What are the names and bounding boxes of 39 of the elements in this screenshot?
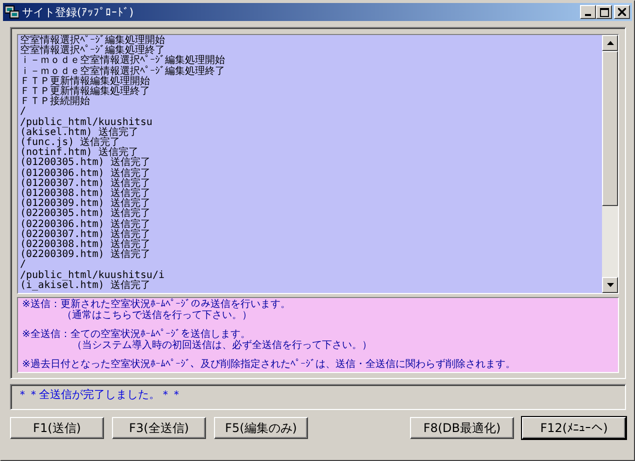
log-line: (func.js) 送信完了 (20, 137, 120, 148)
note-text: ※送信：更新された空室状況ﾎｰﾑﾍﾟｰｼﾞのみ送信を行います。 (22, 299, 290, 310)
function-key-button[interactable]: F8(DB最適化) (410, 417, 514, 439)
log-line: ＦＴＰ接続開始 (20, 96, 90, 108)
log-line: (02200307.htm) 送信完了 (20, 228, 150, 240)
function-key-button[interactable]: F5(編集のみ) (214, 417, 308, 439)
close-button[interactable] (614, 5, 630, 19)
log-line: ｉ－ｍｏｄｅ空室情報選択ﾍﾟｰｼﾞ編集処理開始 (20, 55, 225, 66)
log-line: (02200309.htm) 送信完了 (20, 249, 150, 260)
log-line: (02200305.htm) 送信完了 (20, 208, 150, 220)
note-text: ※全送信：全ての空室状況ﾎｰﾑﾍﾟｰｼﾞを送信します。 (22, 329, 250, 340)
log-line: /public_html/kuushitsu (20, 116, 152, 128)
log-line: / (20, 106, 26, 118)
log-line: (01200306.htm) 送信完了 (20, 168, 150, 179)
close-icon (618, 8, 626, 16)
scrollbar[interactable] (602, 35, 618, 293)
status-message: ＊＊全送信が完了しました。＊＊ (17, 388, 182, 401)
log-line: (i_akisel.htm) 送信完了 (20, 280, 150, 291)
note-text: ※過去日付となった空室状況ﾎｰﾑﾍﾟｰｼﾞ、及び削除指定されたﾍﾟｰｼﾞは、送信・全送信に関わらず削除されます。 (22, 359, 516, 370)
down-arrow-icon (606, 283, 614, 287)
function-key-button[interactable]: F12(ﾒﾆｭｰへ) (522, 417, 626, 439)
function-key-button[interactable]: F3(全送信) (112, 417, 206, 439)
log-line: (akisel.htm) 送信完了 (20, 126, 138, 138)
note-text: （当システム導入時の初回送信は、必ず全送信を行って下さい。） (71, 340, 372, 350)
minimize-button[interactable] (580, 5, 596, 19)
log-line: ｉ－ｍｏｄｅ空室情報選択ﾍﾟｰｼﾞ編集処理終了 (20, 66, 225, 77)
log-line: (02200306.htm) 送信完了 (20, 218, 150, 230)
note-text: （通常はこちらで送信を行って下さい。） (61, 310, 252, 320)
log-line: (01200307.htm) 送信完了 (20, 178, 150, 189)
log-line: / (20, 259, 26, 270)
maximize-icon (600, 8, 608, 16)
log-line: ＦＴＰ更新情報編集処理開始 (20, 76, 150, 87)
log-line: /public_html/kuushitsu/i (20, 270, 164, 281)
window-title: サイト登録(ｱｯﾌﾟﾛｰﾄﾞ) (22, 4, 135, 20)
maximize-button[interactable] (596, 5, 612, 19)
log-line: (01200305.htm) 送信完了 (20, 157, 150, 168)
computer-icon (5, 5, 19, 19)
function-key-button[interactable]: F1(送信) (10, 417, 104, 439)
up-arrow-icon (606, 41, 614, 45)
